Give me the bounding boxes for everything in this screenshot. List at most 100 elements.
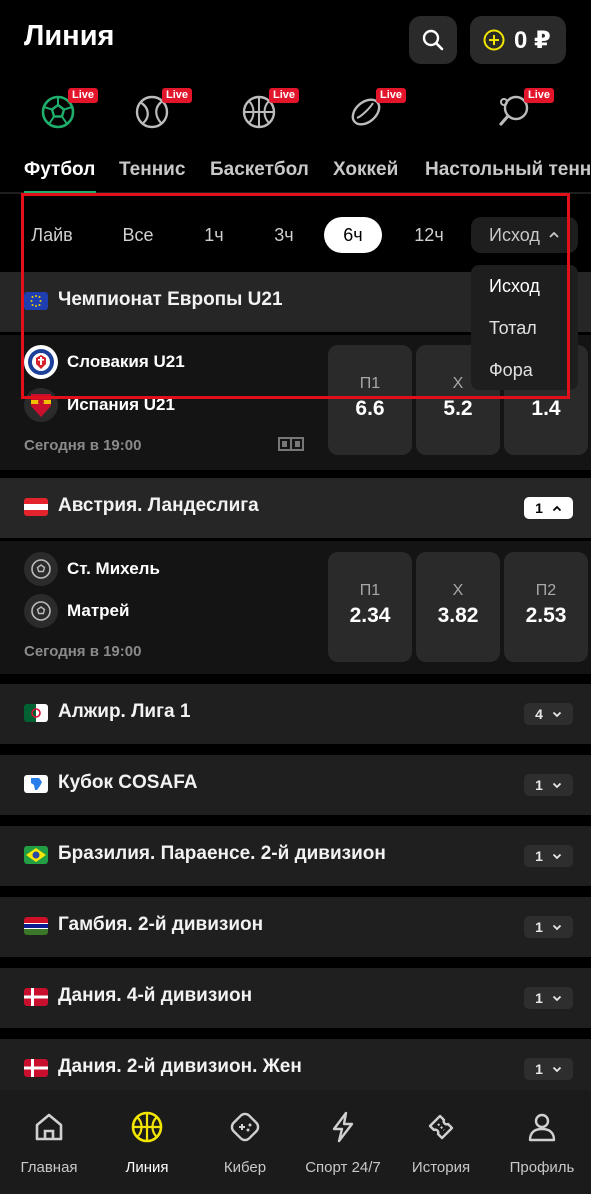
eu-flag-icon bbox=[24, 292, 48, 310]
time-filter-row: Лайв Все 1ч 3ч 6ч 12ч Исход bbox=[0, 210, 591, 260]
league-row[interactable]: Гамбия. 2-й дивизион 1 bbox=[0, 897, 591, 957]
nav-label: Линия bbox=[125, 1159, 169, 1176]
team-away: Матрей bbox=[24, 594, 129, 628]
header: Линия 0 ₽ bbox=[0, 0, 591, 80]
outcome-dropdown: Исход Тотал Фора bbox=[471, 265, 578, 390]
dropdown-option-total[interactable]: Тотал bbox=[471, 315, 578, 357]
chevron-up-icon bbox=[552, 505, 562, 511]
odd-value: 6.6 bbox=[355, 397, 385, 420]
league-count-badge[interactable]: 1 bbox=[524, 916, 573, 938]
league-row[interactable]: Кубок COSAFA 1 bbox=[0, 755, 591, 815]
league-count: 4 bbox=[535, 706, 543, 722]
chevron-down-icon bbox=[552, 1066, 562, 1072]
odd-value: 5.2 bbox=[443, 397, 473, 420]
nav-profile[interactable]: Профиль bbox=[493, 1110, 591, 1176]
league-name: Австрия. Ландеслига bbox=[58, 495, 259, 516]
odd-label: Х bbox=[452, 582, 464, 599]
nav-label: Кибер bbox=[223, 1159, 267, 1176]
sport-icons-row: Live Live Live Live Live bbox=[0, 82, 591, 146]
league-row[interactable]: Дания. 4-й дивизион 1 bbox=[0, 968, 591, 1028]
page-title: Линия bbox=[24, 20, 115, 52]
sport-icon-hockey[interactable]: Live bbox=[348, 88, 407, 134]
league-name: Бразилия. Параенсе. 2-й дивизион bbox=[58, 843, 386, 864]
sport-icon-basketball[interactable]: Live bbox=[241, 88, 300, 134]
live-badge: Live bbox=[524, 88, 555, 103]
team-logo-spain bbox=[24, 388, 58, 422]
filter-3h[interactable]: 3ч bbox=[262, 217, 306, 253]
nav-line[interactable]: Линия bbox=[98, 1110, 196, 1176]
filter-live[interactable]: Лайв bbox=[22, 217, 82, 253]
denmark-flag-icon bbox=[24, 1059, 48, 1077]
league-name: Дания. 2-й дивизион. Жен bbox=[58, 1056, 302, 1077]
team-name: Матрей bbox=[67, 601, 130, 620]
chevron-down-icon bbox=[552, 711, 562, 717]
lightning-icon bbox=[332, 1111, 354, 1143]
odd-value: 3.82 bbox=[437, 604, 479, 627]
dropdown-option-handicap[interactable]: Фора bbox=[471, 357, 578, 399]
league-row[interactable]: Австрия. Ландеслига 1 bbox=[0, 478, 591, 538]
nav-cyber[interactable]: Кибер bbox=[196, 1110, 294, 1176]
tab-table-tennis[interactable]: Настольный теннис bbox=[425, 159, 591, 181]
scoreboard-icon[interactable] bbox=[278, 435, 304, 453]
dropdown-option-outcome[interactable]: Исход bbox=[471, 273, 578, 315]
odd-value: 1.4 bbox=[531, 397, 561, 420]
league-count-badge[interactable]: 1 bbox=[524, 845, 573, 867]
soccer-ball-icon bbox=[24, 594, 58, 628]
league-count: 1 bbox=[535, 500, 543, 516]
odd-button-p1[interactable]: П1 6.6 bbox=[328, 345, 412, 455]
league-count: 1 bbox=[535, 919, 543, 935]
gamepad-icon bbox=[230, 1112, 260, 1142]
league-row[interactable]: Бразилия. Параенсе. 2-й дивизион 1 bbox=[0, 826, 591, 886]
league-count-badge[interactable]: 1 bbox=[524, 774, 573, 796]
live-badge: Live bbox=[68, 88, 99, 103]
filter-1h[interactable]: 1ч bbox=[192, 217, 236, 253]
coin-plus-icon bbox=[483, 29, 505, 51]
user-icon bbox=[528, 1113, 556, 1142]
live-badge: Live bbox=[269, 88, 300, 103]
tab-basketball[interactable]: Баскетбол bbox=[210, 159, 309, 181]
live-badge: Live bbox=[376, 88, 407, 103]
league-count: 1 bbox=[535, 777, 543, 793]
league-count-badge[interactable]: 1 bbox=[524, 497, 573, 519]
team-name: Испания U21 bbox=[67, 395, 175, 414]
filter-6h[interactable]: 6ч bbox=[324, 217, 382, 253]
odd-button-draw[interactable]: Х 3.82 bbox=[416, 552, 500, 662]
odd-button-p1[interactable]: П1 2.34 bbox=[328, 552, 412, 662]
league-count-badge[interactable]: 1 bbox=[524, 1058, 573, 1080]
nav-label: История bbox=[411, 1159, 471, 1176]
filter-all[interactable]: Все bbox=[110, 217, 166, 253]
sport-tabs: Футбол Теннис Баскетбол Хоккей Настольны… bbox=[0, 152, 591, 192]
team-logo-slovakia bbox=[24, 345, 58, 379]
sport-icon-football[interactable]: Live bbox=[40, 88, 99, 134]
gambia-flag-icon bbox=[24, 917, 48, 935]
balance-value: 0 ₽ bbox=[514, 26, 551, 54]
austria-flag-icon bbox=[24, 498, 48, 516]
league-count-badge[interactable]: 4 bbox=[524, 703, 573, 725]
match-row[interactable]: Ст. Михель Матрей Сегодня в 19:00 П1 2.3… bbox=[0, 541, 591, 674]
filter-12h[interactable]: 12ч bbox=[404, 217, 454, 253]
nav-history[interactable]: История bbox=[392, 1110, 490, 1176]
nav-home[interactable]: Главная bbox=[0, 1110, 98, 1176]
bottom-nav: Главная Линия Кибер Спорт 24/7 История П… bbox=[0, 1090, 591, 1194]
league-row[interactable]: Алжир. Лига 1 4 bbox=[0, 684, 591, 744]
outcome-select[interactable]: Исход bbox=[471, 217, 578, 253]
tab-tennis[interactable]: Теннис bbox=[119, 159, 185, 181]
search-button[interactable] bbox=[409, 16, 457, 64]
nav-sport-24-7[interactable]: Спорт 24/7 bbox=[294, 1110, 392, 1176]
algeria-flag-icon bbox=[24, 704, 48, 722]
chevron-down-icon bbox=[552, 924, 562, 930]
sport-icon-table-tennis[interactable]: Live bbox=[496, 88, 555, 134]
balance-button[interactable]: 0 ₽ bbox=[470, 16, 566, 64]
chevron-up-icon bbox=[549, 231, 559, 238]
odd-button-p2[interactable]: П2 2.53 bbox=[504, 552, 588, 662]
odd-value: 2.53 bbox=[525, 604, 567, 627]
denmark-flag-icon bbox=[24, 988, 48, 1006]
odd-label: П1 bbox=[359, 582, 381, 599]
team-away: Испания U21 bbox=[24, 388, 175, 422]
league-count-badge[interactable]: 1 bbox=[524, 987, 573, 1009]
tab-hockey[interactable]: Хоккей bbox=[333, 159, 398, 181]
chevron-down-icon bbox=[552, 782, 562, 788]
odd-value: 2.34 bbox=[349, 604, 391, 627]
sport-icon-tennis[interactable]: Live bbox=[134, 88, 193, 134]
tab-football[interactable]: Футбол bbox=[24, 159, 95, 181]
